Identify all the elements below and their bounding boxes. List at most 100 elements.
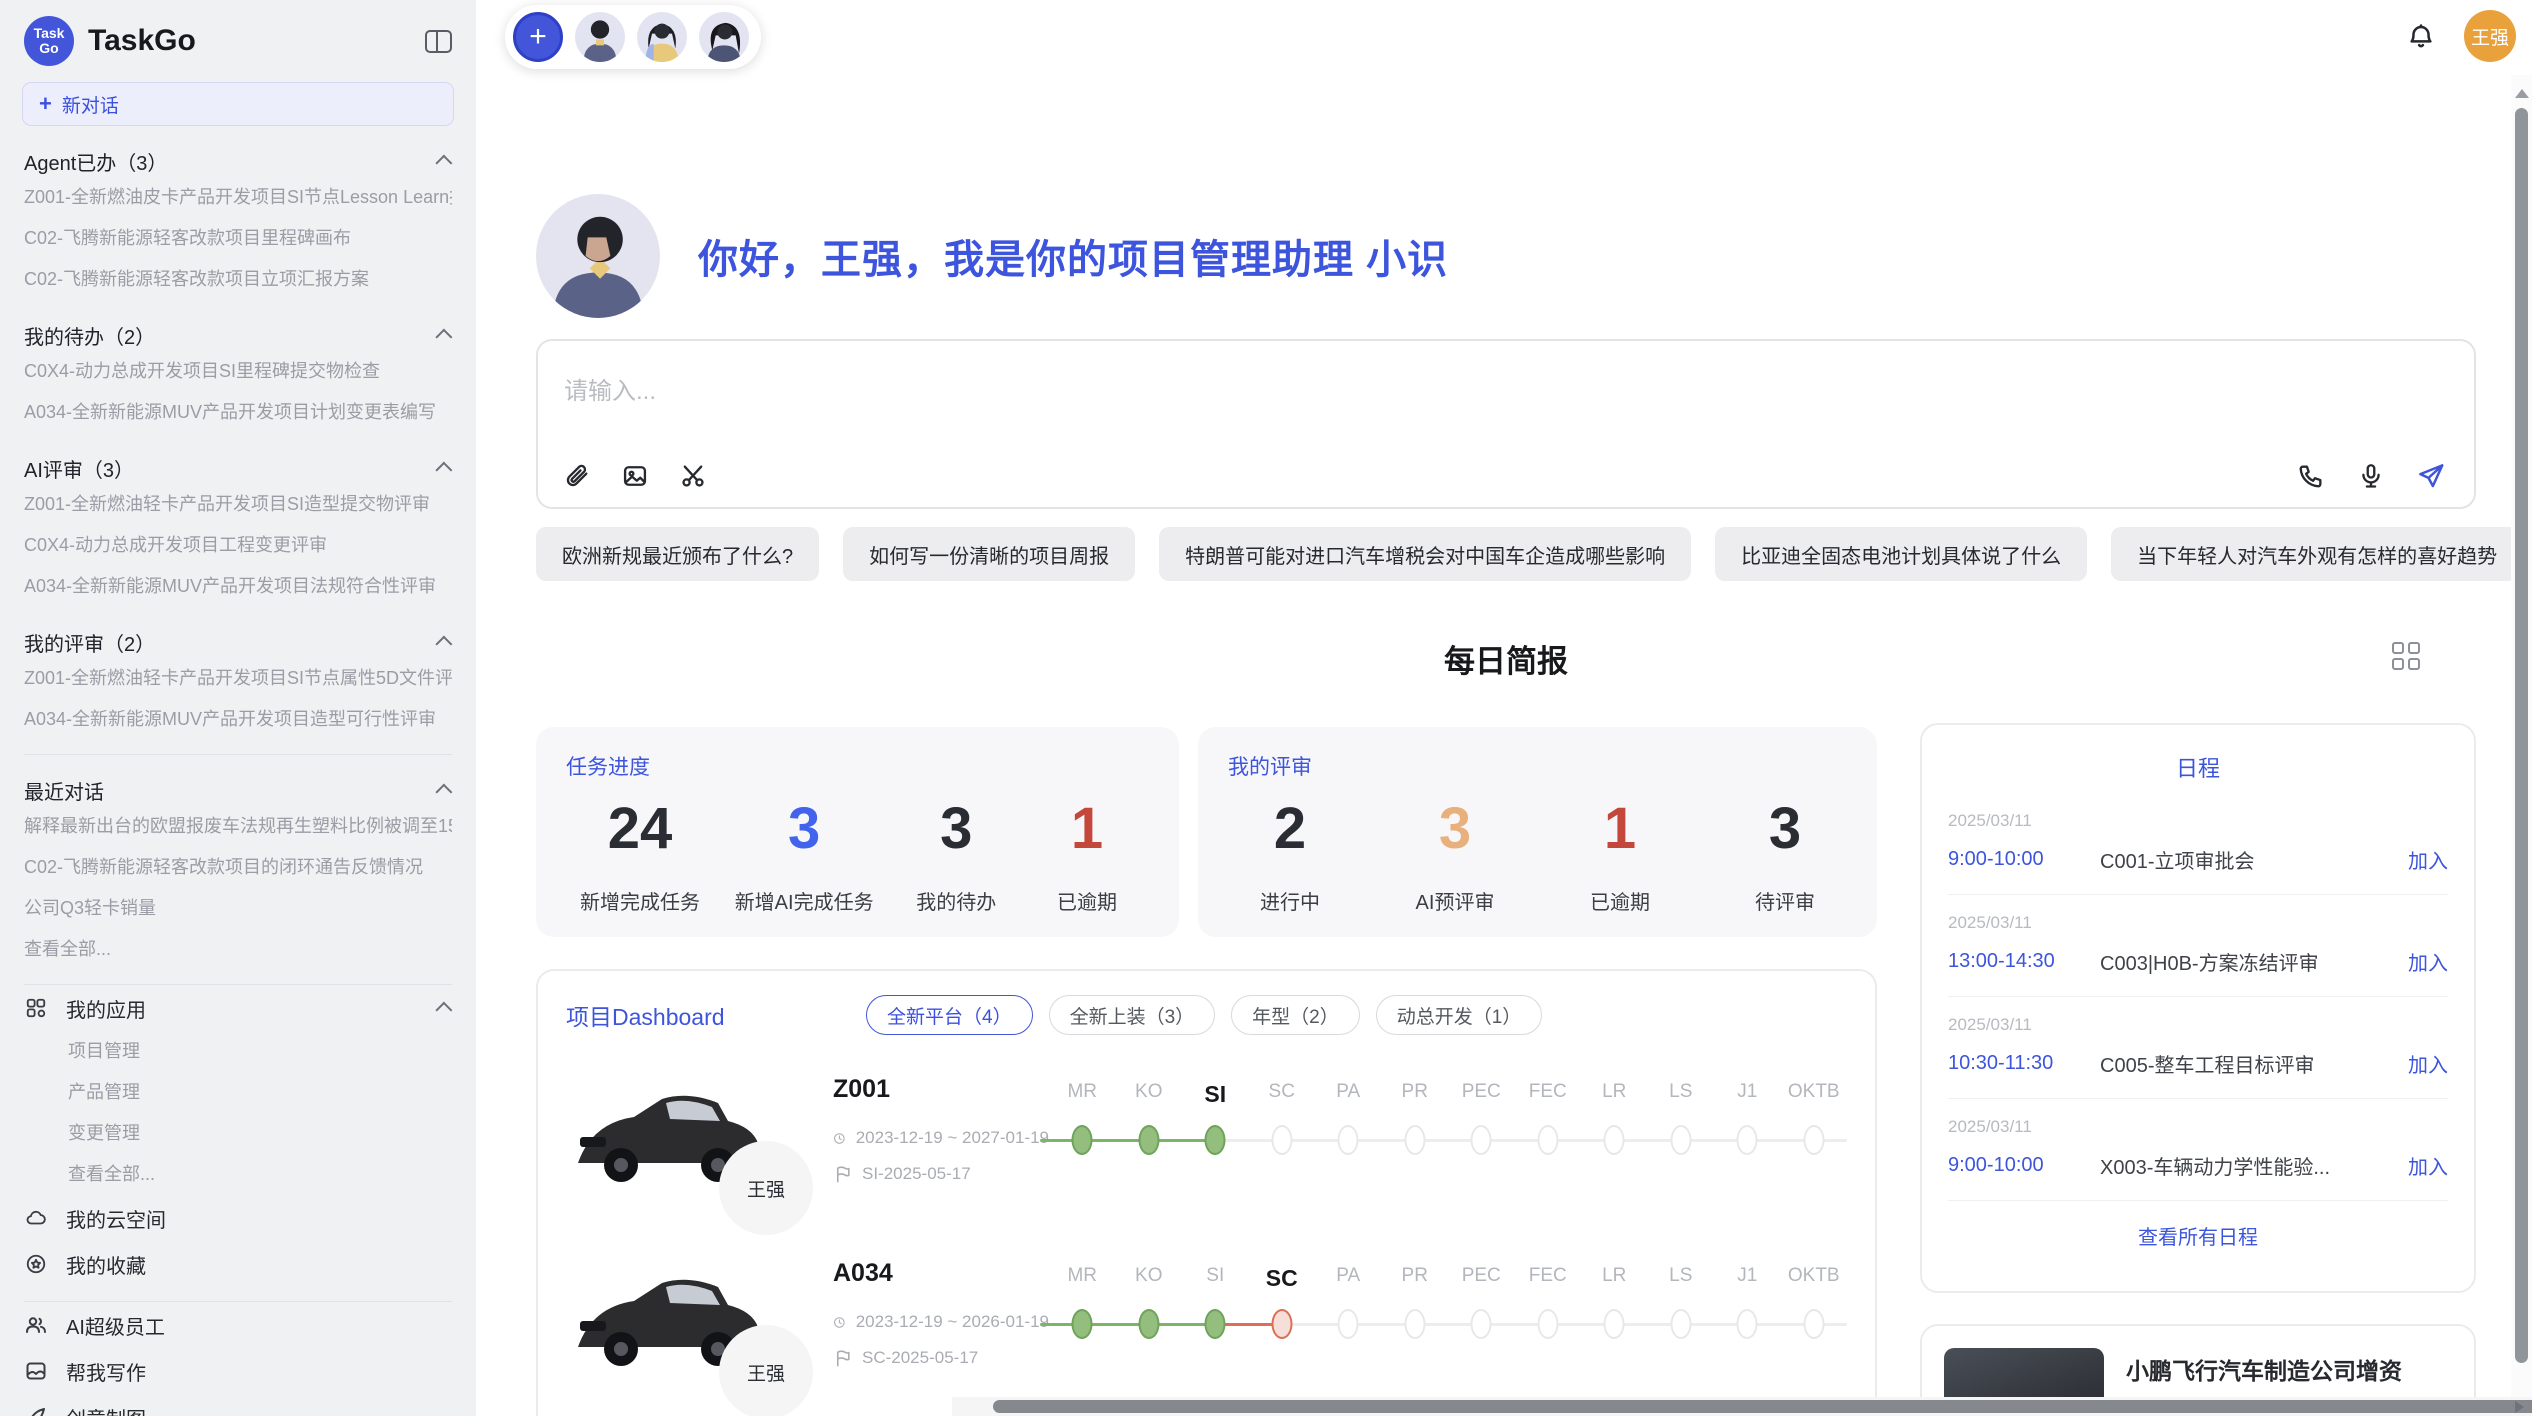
main-area: + 王强 你好，王强，我是你的项目管理助理 小识 请输 xyxy=(476,0,2532,1416)
milestone-node[interactable] xyxy=(1803,1125,1824,1155)
horizontal-scrollbar[interactable] xyxy=(952,1397,2532,1416)
sidebar-item[interactable]: A034-全新新能源MUV产品开发项目法规符合性评审 xyxy=(24,566,452,607)
send-icon[interactable] xyxy=(2416,461,2446,491)
chevron-up-icon[interactable] xyxy=(435,155,452,172)
layout-grid-icon[interactable] xyxy=(2392,642,2420,670)
sidebar-tool-item[interactable]: 帮我写作 xyxy=(24,1348,452,1394)
milestone-node[interactable] xyxy=(1537,1125,1558,1155)
sidebar-item-cloud-space[interactable]: 我的云空间 xyxy=(24,1195,452,1241)
message-composer[interactable]: 请输入... xyxy=(536,339,2476,509)
milestone-node[interactable] xyxy=(1138,1125,1159,1155)
vertical-scrollbar[interactable] xyxy=(2511,75,2532,1416)
assistant-avatar xyxy=(536,194,660,318)
milestone-node[interactable] xyxy=(1271,1309,1292,1339)
milestone-node[interactable] xyxy=(1803,1309,1824,1339)
sidebar-item-favorites[interactable]: 我的收藏 xyxy=(24,1241,452,1287)
scroll-up-arrow[interactable] xyxy=(2515,89,2529,98)
sidebar-tool-item[interactable]: AI超级员工 xyxy=(24,1302,452,1348)
suggestion-chip[interactable]: 比亚迪全固态电池计划具体说了什么 xyxy=(1715,527,2087,581)
composer-placeholder: 请输入... xyxy=(564,371,656,406)
event-join-link[interactable]: 加入 xyxy=(2408,845,2448,874)
chevron-up-icon[interactable] xyxy=(435,462,452,479)
milestone-node[interactable] xyxy=(1404,1309,1425,1339)
milestone-node[interactable] xyxy=(1604,1125,1625,1155)
app-sub-item[interactable]: 项目管理 xyxy=(24,1031,452,1072)
sidebar-item-my-apps[interactable]: 我的应用 xyxy=(24,985,452,1031)
sidebar-collapse-icon[interactable] xyxy=(425,30,452,53)
stat-label: 已逾期 xyxy=(1039,886,1135,915)
sidebar-item[interactable]: Z001-全新燃油轻卡产品开发项目SI造型提交物评审 xyxy=(24,484,452,525)
scissors-icon[interactable] xyxy=(678,461,708,491)
recent-conversation-item[interactable]: 查看全部... xyxy=(24,929,452,970)
suggestion-chip[interactable]: 当下年轻人对汽车外观有怎样的喜好趋势 xyxy=(2111,527,2523,581)
view-all-schedule-link[interactable]: 查看所有日程 xyxy=(1948,1200,2448,1270)
dashboard-tab[interactable]: 动总开发（1） xyxy=(1376,995,1543,1035)
logo-line2: Go xyxy=(39,41,58,56)
chevron-up-icon[interactable] xyxy=(435,784,452,801)
dashboard-tab[interactable]: 全新上装（3） xyxy=(1049,995,1216,1035)
milestone-node[interactable] xyxy=(1670,1125,1691,1155)
suggestion-chip[interactable]: 特朗普可能对进口汽车增税会对中国车企造成哪些影响 xyxy=(1159,527,1691,581)
milestone-node[interactable] xyxy=(1471,1125,1492,1155)
daily-brief-title: 每日简报 xyxy=(536,636,2476,681)
app-sub-item[interactable]: 产品管理 xyxy=(24,1072,452,1113)
phone-call-icon[interactable] xyxy=(2296,461,2326,491)
notification-bell-icon[interactable] xyxy=(2406,22,2436,57)
app-sub-item[interactable]: 查看全部... xyxy=(24,1154,452,1195)
milestone-node[interactable] xyxy=(1537,1309,1558,1339)
image-upload-icon[interactable] xyxy=(620,461,650,491)
chevron-up-icon[interactable] xyxy=(435,329,452,346)
user-avatar[interactable]: 王强 xyxy=(2464,10,2516,62)
sidebar-sections: Agent已办（3）Z001-全新燃油皮卡产品开发项目SI节点Lesson Le… xyxy=(0,145,476,1416)
new-chat-button[interactable]: + 新对话 xyxy=(22,82,454,126)
project-name[interactable]: A034 xyxy=(833,1259,1049,1288)
agent-avatar-1[interactable] xyxy=(575,12,625,62)
milestone-labels: MRKOSISCPAPRPECFECLRLSJ1OKTB xyxy=(1049,1081,1847,1108)
recent-conversation-item[interactable]: 公司Q3轻卡销量 xyxy=(24,888,452,929)
sidebar-tool-item[interactable]: 创意制图 xyxy=(24,1394,452,1416)
event-join-link[interactable]: 加入 xyxy=(2408,947,2448,976)
app-sub-item[interactable]: 变更管理 xyxy=(24,1113,452,1154)
milestone-node[interactable] xyxy=(1338,1309,1359,1339)
project-name[interactable]: Z001 xyxy=(833,1075,1049,1104)
agent-avatar-3[interactable] xyxy=(699,12,749,62)
sidebar-item[interactable]: C02-飞腾新能源轻客改款项目里程碑画布 xyxy=(24,218,452,259)
milestone-node[interactable] xyxy=(1271,1125,1292,1155)
dashboard-tab[interactable]: 年型（2） xyxy=(1231,995,1360,1035)
dashboard-tab[interactable]: 全新平台（4） xyxy=(866,995,1033,1035)
add-agent-button[interactable]: + xyxy=(513,12,563,62)
event-join-link[interactable]: 加入 xyxy=(2408,1151,2448,1180)
sidebar-item[interactable]: Z001-全新燃油轻卡产品开发项目SI节点属性5D文件评审 xyxy=(24,658,452,699)
milestone-node[interactable] xyxy=(1338,1125,1359,1155)
sidebar-item[interactable]: Z001-全新燃油皮卡产品开发项目SI节点Lesson Learn报告 xyxy=(24,177,452,218)
milestone-label: SI xyxy=(1182,1081,1249,1108)
sidebar-item[interactable]: C0X4-动力总成开发项目工程变更评审 xyxy=(24,525,452,566)
sidebar-item[interactable]: C0X4-动力总成开发项目SI里程碑提交物检查 xyxy=(24,351,452,392)
recent-conversation-item[interactable]: 解释最新出台的欧盟报废车法规再生塑料比例被调至15%... xyxy=(24,806,452,847)
suggestion-chip[interactable]: 欧洲新规最近颁布了什么? xyxy=(536,527,819,581)
chevron-up-icon[interactable] xyxy=(435,636,452,653)
sidebar-item[interactable]: A034-全新新能源MUV产品开发项目造型可行性评审 xyxy=(24,699,452,740)
milestone-node[interactable] xyxy=(1404,1125,1425,1155)
event-join-link[interactable]: 加入 xyxy=(2408,1049,2448,1078)
clock-icon xyxy=(833,1313,846,1332)
vertical-scroll-thumb[interactable] xyxy=(2515,108,2528,1363)
milestone-node[interactable] xyxy=(1138,1309,1159,1339)
agent-avatar-2[interactable] xyxy=(637,12,687,62)
milestone-node[interactable] xyxy=(1737,1125,1758,1155)
milestone-node[interactable] xyxy=(1072,1125,1093,1155)
milestone-node[interactable] xyxy=(1670,1309,1691,1339)
sidebar-item[interactable]: A034-全新新能源MUV产品开发项目计划变更表编写 xyxy=(24,392,452,433)
milestone-node[interactable] xyxy=(1072,1309,1093,1339)
sidebar-item[interactable]: C02-飞腾新能源轻客改款项目立项汇报方案 xyxy=(24,259,452,300)
recent-conversation-item[interactable]: C02-飞腾新能源轻客改款项目的闭环通告反馈情况 xyxy=(24,847,452,888)
suggestion-chip[interactable]: 如何写一份清晰的项目周报 xyxy=(843,527,1135,581)
milestone-node[interactable] xyxy=(1737,1309,1758,1339)
milestone-node[interactable] xyxy=(1205,1125,1226,1155)
milestone-node[interactable] xyxy=(1205,1309,1226,1339)
attachment-icon[interactable] xyxy=(562,461,592,491)
horizontal-scroll-thumb[interactable] xyxy=(993,1400,2532,1413)
microphone-icon[interactable] xyxy=(2356,461,2386,491)
milestone-node[interactable] xyxy=(1471,1309,1492,1339)
milestone-node[interactable] xyxy=(1604,1309,1625,1339)
